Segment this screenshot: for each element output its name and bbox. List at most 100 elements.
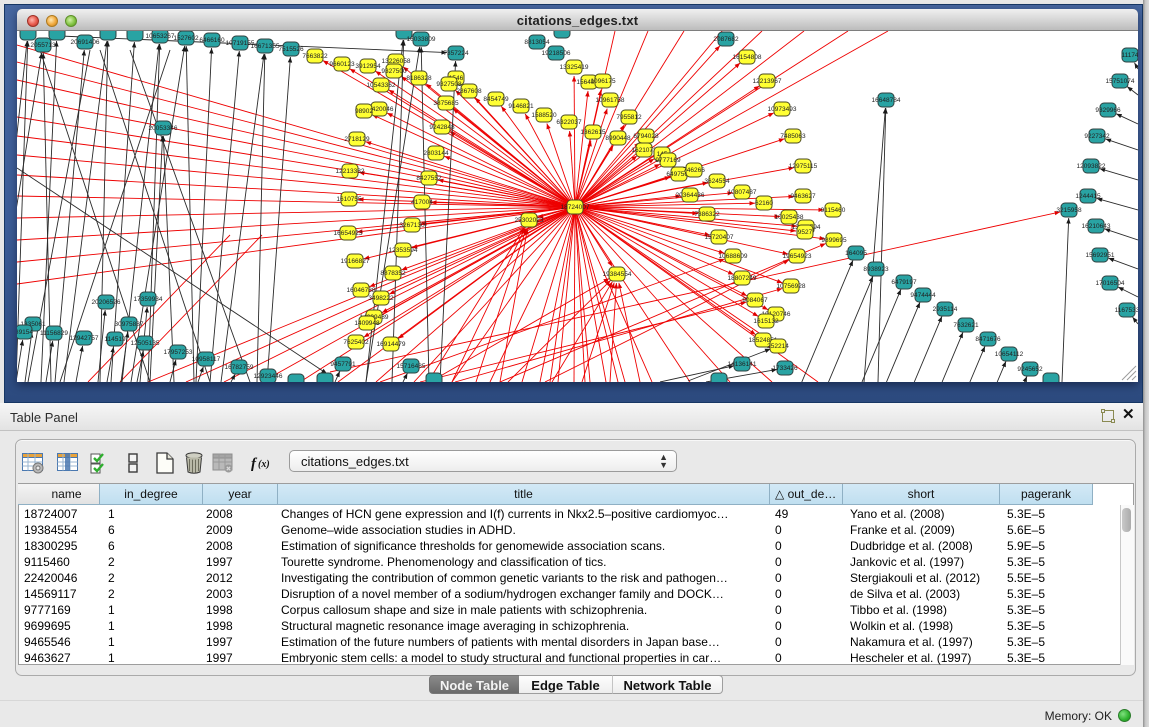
svg-text:(x): (x) [258,459,270,470]
svg-text:19384554: 19384554 [603,271,632,278]
svg-text:f: f [251,456,258,472]
svg-text:7386322: 7386322 [694,211,720,218]
svg-text:7955812: 7955812 [616,114,642,121]
svg-text:8454749: 8454749 [483,96,509,103]
svg-text:1167533: 1167533 [1115,307,1138,314]
svg-text:1244415: 1244415 [1075,193,1101,200]
svg-text:20364436: 20364436 [676,192,705,199]
svg-text:8878352: 8878352 [380,270,406,277]
svg-text:3215958: 3215958 [1056,207,1082,214]
svg-text:10958117: 10958117 [192,356,221,363]
svg-text:6322037: 6322037 [556,119,582,126]
svg-text:16154808: 16154808 [733,54,762,61]
svg-text:11174: 11174 [1121,52,1138,59]
svg-text:9245652: 9245652 [1017,366,1043,373]
svg-text:39154: 39154 [17,329,33,336]
svg-text:8938923: 8938923 [863,266,889,273]
svg-text:12093822: 12093822 [1077,163,1106,170]
svg-text:3267130: 3267130 [399,222,425,229]
svg-text:7515526: 7515526 [278,46,304,53]
svg-text:3875685: 3875685 [433,100,459,107]
svg-text:15720407: 15720407 [705,234,734,241]
svg-text:1527602: 1527602 [173,35,199,42]
svg-text:9227342: 9227342 [1084,133,1110,140]
svg-text:62160: 62160 [755,200,773,207]
svg-text:11156829: 11156829 [40,330,68,337]
svg-text:9899695: 9899695 [821,237,847,244]
svg-text:7663822: 7663822 [302,53,328,60]
svg-text:417004: 417004 [411,199,433,206]
svg-text:6466160: 6466160 [199,37,225,44]
svg-text:8813054: 8813054 [524,39,550,46]
svg-text:114519: 114519 [104,336,126,343]
svg-text:164095: 164095 [845,250,867,257]
svg-text:20206526: 20206526 [92,299,121,306]
svg-text:9327500: 9327500 [381,68,407,75]
svg-text:9527: 9527 [798,229,813,236]
svg-text:3498222: 3498222 [368,295,394,302]
svg-text:20691406: 20691406 [71,39,100,46]
svg-text:8990448: 8990448 [605,135,631,142]
svg-text:2867608: 2867608 [456,88,482,95]
svg-text:2055713: 2055713 [30,42,56,49]
svg-text:19218506: 19218506 [542,50,571,57]
svg-text:16654923: 16654923 [334,230,363,237]
svg-text:2935114: 2935114 [933,306,958,313]
svg-text:746266: 746266 [683,167,705,174]
svg-text:15751074: 15751074 [1106,78,1135,85]
svg-text:16033809: 16033809 [407,36,436,43]
svg-text:14136141: 14136141 [728,361,757,368]
svg-text:15716485: 15716485 [397,363,426,370]
svg-text:16046788: 16046788 [347,287,376,294]
svg-text:12505135: 12505135 [131,340,160,347]
svg-text:2803144: 2803144 [423,150,449,157]
svg-text:9463627: 9463627 [790,193,816,200]
svg-text:18724007: 18724007 [561,204,590,211]
svg-text:7357224: 7357224 [443,50,469,57]
svg-text:16648784: 16648784 [872,97,901,104]
svg-text:6794028: 6794028 [633,133,659,140]
svg-text:9146821: 9146821 [508,103,534,110]
svg-text:1588520: 1588520 [531,112,557,119]
svg-text:98902: 98902 [355,108,373,115]
svg-text:8186328: 8186328 [406,75,432,82]
svg-text:8471676: 8471676 [975,336,1001,343]
svg-text:1362615: 1362615 [580,129,606,136]
svg-text:18807249: 18807249 [728,275,757,282]
svg-text:13325419: 13325419 [560,64,589,71]
svg-text:9777169: 9777169 [655,157,681,164]
svg-text:9115460: 9115460 [821,207,846,214]
svg-text:2087682: 2087682 [713,36,739,43]
svg-text:9474444: 9474444 [910,292,936,299]
svg-text:10025438: 10025438 [775,214,804,221]
svg-text:10688609: 10688609 [719,253,748,260]
svg-text:252214: 252214 [767,343,789,350]
svg-text:10973493: 10973493 [768,106,797,113]
svg-text:9329966: 9329966 [1095,107,1121,114]
svg-text:1615132: 1615132 [753,318,779,325]
svg-text:30975887: 30975887 [115,321,144,328]
svg-text:1096175: 1096175 [590,78,616,85]
svg-text:1610755: 1610755 [336,196,362,203]
svg-text:12353594: 12353594 [389,247,418,254]
svg-text:12213382: 12213382 [336,168,365,175]
svg-text:3624554: 3624554 [704,178,730,185]
svg-text:1409948: 1409948 [354,320,380,327]
svg-text:1621072: 1621072 [631,147,657,154]
svg-text:17957253: 17957253 [164,349,193,356]
svg-text:16210643: 16210643 [1082,223,1111,230]
svg-text:20053346: 20053346 [149,125,178,132]
svg-text:6479197: 6479197 [891,279,917,286]
svg-text:15692951: 15692951 [1086,252,1115,259]
svg-text:19654923: 19654923 [783,253,812,260]
svg-text:10543362: 10543362 [367,82,396,89]
svg-text:19166827: 19166827 [341,258,370,265]
svg-text:10653267: 10653267 [146,33,175,40]
svg-text:16914479: 16914479 [377,341,406,348]
svg-text:8427552: 8427552 [416,175,442,182]
svg-text:7485063: 7485063 [780,133,806,140]
svg-text:17359934: 17359934 [134,296,163,303]
svg-text:3912954: 3912954 [355,63,381,70]
svg-text:12213967: 12213967 [753,78,782,85]
svg-text:9242848: 9242848 [429,124,455,131]
